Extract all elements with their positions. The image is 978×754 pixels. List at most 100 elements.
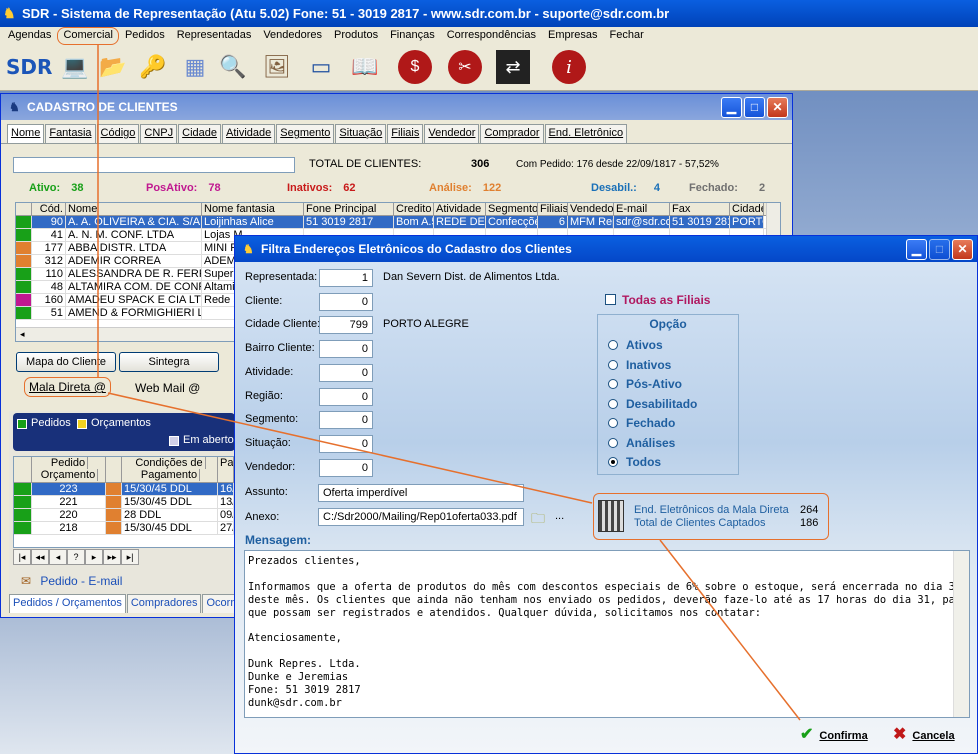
radio-option[interactable]: Todos [608, 455, 661, 469]
menu-vendedores[interactable]: Vendedores [257, 27, 328, 45]
close-button[interactable]: ✕ [952, 239, 973, 260]
radio-option[interactable]: Análises [608, 436, 675, 450]
cancela-button[interactable]: ✖ Cancela [893, 724, 955, 744]
folder-icon[interactable]: 📂 [96, 50, 130, 84]
close-button[interactable]: ✕ [767, 97, 788, 118]
col-pedido[interactable]: Pedido Orçamento [32, 457, 106, 482]
tab-atividade[interactable]: Atividade [222, 124, 276, 143]
field-input[interactable]: 0 [319, 292, 373, 311]
radio-option[interactable]: Fechado [608, 416, 675, 430]
tab-segmento[interactable]: Segmento [276, 124, 335, 143]
field-input[interactable]: 0 [319, 458, 373, 477]
tab-cnpj[interactable]: CNPJ [140, 124, 178, 143]
col-fantasia[interactable]: Nome fantasia [202, 203, 304, 215]
radio-option[interactable]: Desabilitado [608, 397, 697, 411]
key-icon[interactable]: 🔑 [136, 50, 170, 84]
tab-pedidos-orcamentos[interactable]: Pedidos / Orçamentos [9, 594, 126, 613]
col-pa[interactable]: Pa [218, 457, 234, 482]
nav-button[interactable]: ◂◂ [31, 549, 49, 565]
minimize-button[interactable]: ▁ [906, 239, 927, 260]
mensagem-v-scrollbar[interactable] [953, 551, 969, 717]
col-cidade[interactable]: Cidade [730, 203, 764, 215]
search-document-icon[interactable]: 🔍 [216, 50, 250, 84]
menu-financas[interactable]: Finanças [384, 27, 441, 45]
calculator-icon[interactable]: ▦ [178, 50, 212, 84]
field-input[interactable]: 0 [319, 434, 373, 453]
assunto-input[interactable]: Oferta imperdível [318, 484, 524, 502]
col-atividade[interactable]: Atividade [434, 203, 486, 215]
radio-option[interactable]: Pós-Ativo [608, 377, 682, 391]
tab-filiais[interactable]: Filiais [387, 124, 424, 143]
nav-button[interactable]: ▸ [85, 549, 103, 565]
menu-pedidos[interactable]: Pedidos [119, 27, 171, 45]
menu-fechar[interactable]: Fechar [604, 27, 650, 45]
tab-ocorrencias[interactable]: Ocorr [202, 594, 238, 613]
field-input[interactable]: 0 [319, 363, 373, 382]
nav-button[interactable]: ▸| [121, 549, 139, 565]
col-fax[interactable]: Fax [670, 203, 730, 215]
nav-button[interactable]: ◂ [49, 549, 67, 565]
col-condicoes[interactable]: Condições de Pagamento [122, 457, 218, 482]
web-mail-link[interactable]: Web Mail @ [135, 381, 200, 395]
col-filiais[interactable]: Filiais [538, 203, 568, 215]
field-input[interactable]: 1 [319, 269, 373, 287]
tab-fantasia[interactable]: Fantasia [45, 124, 96, 143]
col-nome[interactable]: Nome [66, 203, 202, 215]
nav-button[interactable]: ▸▸ [103, 549, 121, 565]
col-segmento[interactable]: Segmento [486, 203, 538, 215]
tab-compradores[interactable]: Compradores [126, 594, 202, 613]
field-input[interactable]: 0 [319, 387, 373, 406]
menu-produtos[interactable]: Produtos [328, 27, 384, 45]
table-row[interactable]: 221 15/30/45 DDL 13/ [14, 496, 234, 509]
menu-representadas[interactable]: Representadas [171, 27, 258, 45]
scissors-icon[interactable]: ✂ [448, 50, 482, 84]
mapa-cliente-button[interactable]: Mapa do Cliente [16, 352, 116, 372]
menu-agendas[interactable]: Agendas [2, 27, 57, 45]
tab-comprador[interactable]: Comprador [480, 124, 544, 143]
clientes-search-input[interactable] [13, 157, 295, 173]
col-cod[interactable]: Cód. [32, 203, 66, 215]
arrows-icon[interactable]: ⇄ [496, 50, 530, 84]
mensagem-textarea[interactable]: Prezados clientes, Informamos que a ofert… [244, 550, 970, 718]
todas-filiais-checkbox[interactable]: Todas as Filiais [605, 293, 710, 307]
window-icon[interactable]: ▭ [304, 50, 338, 84]
field-input[interactable]: 799 [319, 316, 373, 335]
book-icon[interactable]: 📖 [348, 50, 382, 84]
menu-empresas[interactable]: Empresas [542, 27, 604, 45]
table-row[interactable]: 223 15/30/45 DDL 16/ [14, 483, 234, 496]
radio-option[interactable]: Ativos [608, 338, 663, 352]
open-folder-icon[interactable]: 🗀 [531, 508, 545, 532]
confirma-button[interactable]: ✔ Confirma [800, 724, 868, 744]
col-vendedor[interactable]: Vendedor [568, 203, 614, 215]
menu-comercial[interactable]: Comercial [57, 27, 119, 45]
radio-option[interactable]: Inativos [608, 358, 671, 372]
maximize-button[interactable]: □ [744, 97, 765, 118]
table-row[interactable]: 218 15/30/45 DDL 27/ [14, 522, 234, 535]
pedido-email-link[interactable]: ✉ Pedido - E-mail [21, 574, 122, 588]
tab-end-eletronico[interactable]: End. Eletrônico [544, 124, 628, 143]
laptop-icon[interactable]: 💻 [58, 50, 92, 84]
tab-vendedor[interactable]: Vendedor [424, 124, 480, 143]
minimize-button[interactable]: ▁ [721, 97, 742, 118]
field-input[interactable]: 0 [319, 411, 373, 430]
anexo-input[interactable]: C:/Sdr2000/Mailing/Rep01oferta033.pdf [318, 508, 524, 526]
money-bag-icon[interactable]: $ [398, 50, 432, 84]
tab-nome[interactable]: Nome [7, 124, 45, 143]
table-row[interactable]: 90 A. A. OLIVEIRA & CIA. S/A. Loijinhas Al… [16, 216, 780, 229]
nav-button[interactable]: ? [67, 549, 85, 565]
sintegra-button[interactable]: Sintegra [119, 352, 219, 372]
anexo-browse-button[interactable]: ... [555, 510, 564, 522]
col-email[interactable]: E-mail [614, 203, 670, 215]
mala-direta-link[interactable]: Mala Direta @ [24, 377, 111, 397]
table-row[interactable]: 220 28 DDL 09/ [14, 509, 234, 522]
field-input[interactable]: 0 [319, 340, 373, 359]
photos-icon[interactable]: 🖼 [260, 50, 294, 84]
nav-button[interactable]: |◂ [13, 549, 31, 565]
tab-situacao[interactable]: Situação [335, 124, 387, 143]
tab-codigo[interactable]: Código [96, 124, 140, 143]
col-fone[interactable]: Fone Principal [304, 203, 394, 215]
tab-cidade[interactable]: Cidade [178, 124, 221, 143]
col-credito[interactable]: Credito [394, 203, 434, 215]
menu-correspondencias[interactable]: Correspondências [441, 27, 542, 45]
maximize-button[interactable]: □ [929, 239, 950, 260]
